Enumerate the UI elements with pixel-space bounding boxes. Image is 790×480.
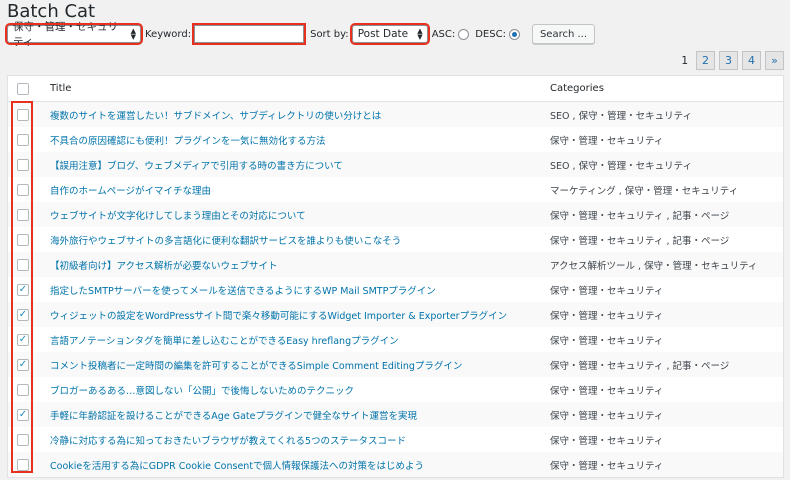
table-row: ブロガーあるある…意図しない「公開」で後悔しないためのテクニック 保守・管理・セキ… bbox=[8, 377, 783, 402]
table-row: 海外旅行やウェブサイトの多言語化に便利な翻訳サービスを誰よりも使いこなそう 保守・… bbox=[8, 227, 783, 252]
post-title-link[interactable]: 不具合の原因確認にも便利！プラグインを一気に無効化する方法 bbox=[38, 133, 550, 147]
table-row: ✓ 指定したSMTPサーバーを使ってメールを送信できるようにするWP Mail S… bbox=[8, 277, 783, 302]
row-checkbox[interactable]: ✓ bbox=[17, 333, 29, 346]
search-button[interactable]: Search ... bbox=[531, 24, 596, 44]
table-header: Title Categories bbox=[8, 76, 783, 102]
table-body: 複数のサイトを運営したい！サブドメイン、サブディレクトリの使い分けとは SEO ,… bbox=[8, 102, 783, 477]
table-row: 自作のホームページがイマイチな理由 マーケティング , 保守・管理・セキュリティ bbox=[8, 177, 783, 202]
post-categories: SEO , 保守・管理・セキュリティ bbox=[550, 160, 692, 172]
asc-radio[interactable] bbox=[458, 28, 470, 40]
next-page-link[interactable]: » bbox=[765, 51, 784, 70]
row-checkbox[interactable]: ✓ bbox=[17, 308, 29, 321]
select-arrows-icon: ▲ ▼ bbox=[130, 27, 136, 41]
post-categories: 保守・管理・セキュリティ bbox=[550, 285, 664, 297]
page-link-4[interactable]: 4 bbox=[742, 51, 761, 70]
post-categories: 保守・管理・セキュリティ bbox=[550, 385, 664, 397]
sort-by-value: Post Date bbox=[357, 28, 409, 40]
select-arrows-icon: ▲ ▼ bbox=[417, 27, 423, 41]
table-row: ✓ ウィジェットの設定をWordPressサイト間で楽々移動可能にするWidget… bbox=[8, 302, 783, 327]
post-categories: SEO , 保守・管理・セキュリティ bbox=[550, 110, 692, 122]
table-row: 【初級者向け】アクセス解析が必要ないウェブサイト アクセス解析ツール , 保守・管… bbox=[8, 252, 783, 277]
current-page: 1 bbox=[681, 54, 688, 67]
row-checkbox[interactable] bbox=[17, 183, 29, 196]
table-row: 複数のサイトを運営したい！サブドメイン、サブディレクトリの使い分けとは SEO ,… bbox=[8, 102, 783, 127]
checkmark-icon: ✓ bbox=[18, 283, 28, 295]
row-checkbox[interactable] bbox=[17, 258, 29, 271]
post-title-link[interactable]: ウェブサイトが文字化けしてしまう理由とその対応について bbox=[38, 208, 550, 222]
post-title-link[interactable]: ウィジェットの設定をWordPressサイト間で楽々移動可能にするWidget … bbox=[38, 308, 550, 322]
desc-radio[interactable] bbox=[508, 28, 520, 40]
desc-label: DESC: bbox=[475, 28, 506, 40]
table-row: 【誤用注意】ブログ、ウェブメディアで引用する時の書き方について SEO , 保守・… bbox=[8, 152, 783, 177]
table-row: ✓ 言語アノテーションタグを簡単に差し込むことができるEasy hreflangプ… bbox=[8, 327, 783, 352]
category-select[interactable]: 保守・管理・セキュリティ ▲ ▼ bbox=[5, 21, 143, 48]
post-categories: 保守・管理・セキュリティ bbox=[550, 135, 664, 147]
sort-by-label: Sort by: bbox=[310, 28, 349, 40]
post-title-link[interactable]: 指定したSMTPサーバーを使ってメールを送信できるようにするWP Mail SM… bbox=[38, 283, 550, 297]
post-categories: 保守・管理・セキュリティ bbox=[550, 460, 664, 472]
row-checkbox[interactable] bbox=[17, 208, 29, 221]
page-link-2[interactable]: 2 bbox=[696, 51, 715, 70]
row-checkbox[interactable] bbox=[17, 233, 29, 246]
post-categories: マーケティング , 保守・管理・セキュリティ bbox=[550, 185, 739, 197]
post-title-link[interactable]: 【誤用注意】ブログ、ウェブメディアで引用する時の書き方について bbox=[38, 158, 550, 172]
post-title-link[interactable]: Cookieを活用する為にGDPR Cookie Consentで個人情報保護法… bbox=[38, 458, 550, 472]
post-categories: 保守・管理・セキュリティ , 記事・ページ bbox=[550, 360, 730, 372]
post-title-link[interactable]: 言語アノテーションタグを簡単に差し込むことができるEasy hreflangプラ… bbox=[38, 333, 550, 347]
post-categories: 保守・管理・セキュリティ , 記事・ページ bbox=[550, 235, 730, 247]
post-title-link[interactable]: コメント投稿者に一定時間の編集を許可することができるSimple Comment… bbox=[38, 358, 550, 372]
post-categories: 保守・管理・セキュリティ , 記事・ページ bbox=[550, 210, 730, 222]
page-link-3[interactable]: 3 bbox=[719, 51, 738, 70]
post-title-link[interactable]: 自作のホームページがイマイチな理由 bbox=[38, 183, 550, 197]
row-checkbox[interactable]: ✓ bbox=[17, 408, 29, 421]
category-select-value: 保守・管理・セキュリティ bbox=[13, 21, 118, 48]
row-checkbox[interactable] bbox=[17, 158, 29, 171]
table-row: 不具合の原因確認にも便利！プラグインを一気に無効化する方法 保守・管理・セキュリテ… bbox=[8, 127, 783, 152]
keyword-label: Keyword: bbox=[145, 28, 192, 40]
post-title-link[interactable]: 海外旅行やウェブサイトの多言語化に便利な翻訳サービスを誰よりも使いこなそう bbox=[38, 233, 550, 247]
keyword-input[interactable] bbox=[192, 23, 307, 45]
sort-by-select[interactable]: Post Date ▲ ▼ bbox=[349, 23, 430, 45]
table-row: 冷静に対応する為に知っておきたいブラウザが教えてくれる5つのステータスコード 保守… bbox=[8, 427, 783, 452]
categories-column-header: Categories bbox=[550, 83, 604, 94]
checkmark-icon: ✓ bbox=[18, 358, 28, 370]
table-row: ウェブサイトが文字化けしてしまう理由とその対応について 保守・管理・セキュリティ … bbox=[8, 202, 783, 227]
post-title-link[interactable]: 複数のサイトを運営したい！サブドメイン、サブディレクトリの使い分けとは bbox=[38, 108, 550, 122]
post-title-link[interactable]: ブロガーあるある…意図しない「公開」で後悔しないためのテクニック bbox=[38, 383, 550, 397]
title-column-header: Title bbox=[50, 83, 72, 94]
row-checkbox[interactable] bbox=[17, 458, 29, 471]
checkmark-icon: ✓ bbox=[18, 333, 28, 345]
checkmark-icon: ✓ bbox=[18, 308, 28, 320]
row-checkbox[interactable] bbox=[17, 383, 29, 396]
post-categories: 保守・管理・セキュリティ bbox=[550, 335, 664, 347]
row-checkbox[interactable] bbox=[17, 433, 29, 446]
filter-toolbar: 保守・管理・セキュリティ ▲ ▼ Keyword: Sort by: Post D… bbox=[5, 21, 596, 48]
row-checkbox[interactable]: ✓ bbox=[17, 283, 29, 296]
post-title-link[interactable]: 冷静に対応する為に知っておきたいブラウザが教えてくれる5つのステータスコード bbox=[38, 433, 550, 447]
post-title-link[interactable]: 手軽に年齢認証を設けることができるAge Gateプラグインで健全なサイト運営を… bbox=[38, 408, 550, 422]
post-categories: 保守・管理・セキュリティ bbox=[550, 310, 664, 322]
post-categories: 保守・管理・セキュリティ bbox=[550, 435, 664, 447]
select-all-checkbox[interactable] bbox=[17, 82, 29, 95]
pagination: 1 2 3 4 » bbox=[681, 51, 784, 70]
row-checkbox[interactable] bbox=[17, 133, 29, 146]
post-categories: 保守・管理・セキュリティ bbox=[550, 410, 664, 422]
row-checkbox[interactable]: ✓ bbox=[17, 358, 29, 371]
table-row: ✓ 手軽に年齢認証を設けることができるAge Gateプラグインで健全なサイト運営… bbox=[8, 402, 783, 427]
post-categories: アクセス解析ツール , 保守・管理・セキュリティ bbox=[550, 260, 758, 272]
asc-label: ASC: bbox=[431, 28, 456, 40]
table-row: Cookieを活用する為にGDPR Cookie Consentで個人情報保護法… bbox=[8, 452, 783, 477]
checkmark-icon: ✓ bbox=[18, 408, 28, 420]
row-checkbox[interactable] bbox=[17, 108, 29, 121]
table-row: ✓ コメント投稿者に一定時間の編集を許可することができるSimple Commen… bbox=[8, 352, 783, 377]
posts-table: Title Categories 複数のサイトを運営したい！サブドメイン、サブデ… bbox=[7, 75, 784, 478]
post-title-link[interactable]: 【初級者向け】アクセス解析が必要ないウェブサイト bbox=[38, 258, 550, 272]
